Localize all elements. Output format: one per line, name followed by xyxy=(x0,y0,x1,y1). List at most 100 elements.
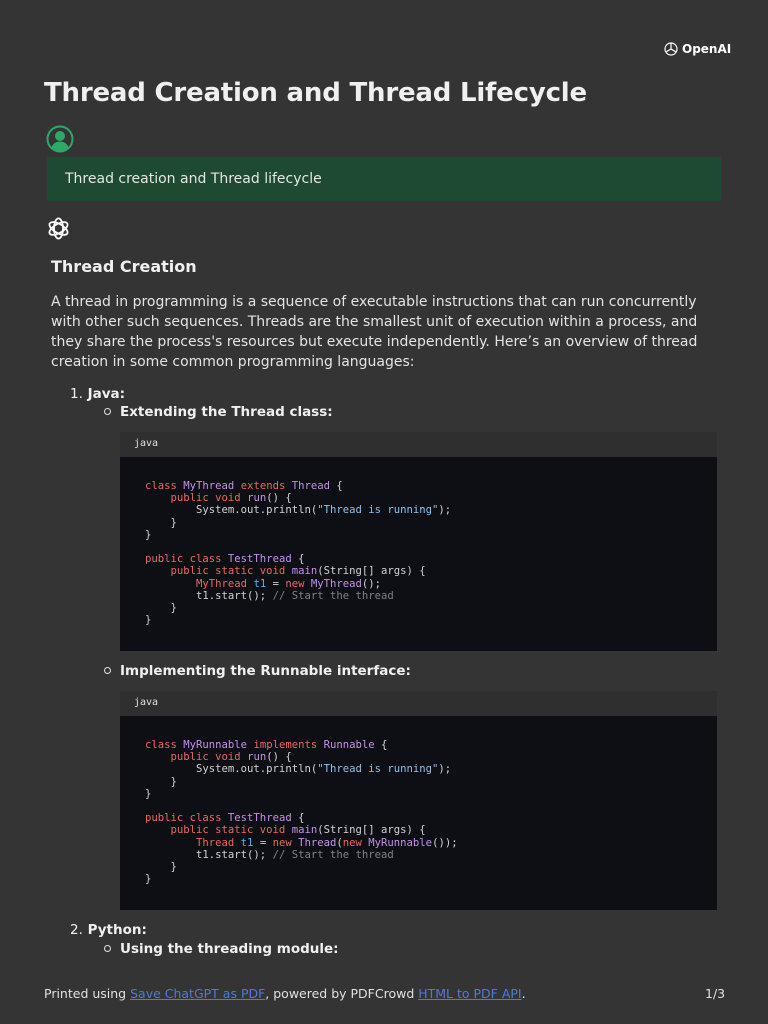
code-token: TestThread xyxy=(227,812,299,825)
code-token: { xyxy=(336,480,343,492)
code-line: System.out.println("Thread is running"); xyxy=(145,504,692,516)
code-token: // Start the thread xyxy=(272,589,394,602)
openai-logo: OpenAI xyxy=(663,41,731,57)
code-token: = xyxy=(259,836,273,849)
code-token: class xyxy=(145,480,184,492)
code-token: (); xyxy=(361,577,382,590)
footer: Printed using Save ChatGPT as PDF, power… xyxy=(44,986,526,1001)
code-line: } xyxy=(145,861,692,873)
code-token: } xyxy=(145,860,177,873)
brand-name: OpenAI xyxy=(682,42,732,56)
user-avatar-icon xyxy=(46,125,74,153)
code-line: } xyxy=(145,788,692,800)
code-token: public void xyxy=(145,751,248,764)
code-token: new xyxy=(342,836,369,849)
code-line: } xyxy=(145,873,692,885)
code-block: java class MyRunnable implements Runnabl… xyxy=(120,691,717,910)
code-token: MyThread xyxy=(310,577,362,590)
code-token: } xyxy=(145,775,177,788)
page-title: Thread Creation and Thread Lifecycle xyxy=(44,78,587,108)
code-token: main xyxy=(291,565,318,578)
code-token: () { xyxy=(266,751,292,764)
html-to-pdf-link[interactable]: HTML to PDF API xyxy=(418,986,521,1001)
code-token: } xyxy=(145,528,152,541)
code-block: java class MyThread extends Thread { pub… xyxy=(120,432,717,651)
user-prompt: Thread creation and Thread lifecycle xyxy=(47,157,721,201)
code-line: } xyxy=(145,602,692,614)
code-token: System.out.println( xyxy=(145,504,318,517)
code-token: Thread xyxy=(145,836,241,849)
code-token: class xyxy=(145,739,184,751)
code-language: java xyxy=(120,432,717,457)
code-token: { xyxy=(298,812,305,825)
code-token: () { xyxy=(266,492,292,505)
code-content: class MyThread extends Thread { public v… xyxy=(120,457,717,626)
code-token: public void xyxy=(145,492,248,505)
code-token: MyRunnable xyxy=(368,836,433,849)
code-line: public class TestThread { xyxy=(145,553,692,565)
code-token: // Start the thread xyxy=(272,848,394,861)
code-token: (String[] args) { xyxy=(317,565,426,578)
code-line: public static void main(String[] args) { xyxy=(145,824,692,836)
code-token: public static void xyxy=(145,565,292,578)
code-line: t1.start(); // Start the thread xyxy=(145,849,692,861)
code-line: public static void main(String[] args) { xyxy=(145,565,692,577)
code-token: t1.start(); xyxy=(145,848,273,861)
code-token: run xyxy=(247,751,267,764)
subitem-label: Extending the Thread class: xyxy=(120,404,333,420)
subitem-extending-thread: Extending the Thread class: xyxy=(104,404,333,420)
code-token: public static void xyxy=(145,824,292,837)
code-token: t1 xyxy=(253,577,273,590)
subitem-label: Using the threading module: xyxy=(120,941,339,957)
footer-text: Printed using xyxy=(44,986,131,1001)
subitem-runnable: Implementing the Runnable interface: xyxy=(104,663,411,679)
code-line: t1.start(); // Start the thread xyxy=(145,590,692,602)
code-line: public void run() { xyxy=(145,751,692,763)
code-token: { xyxy=(381,739,388,751)
code-line: System.out.println("Thread is running"); xyxy=(145,763,692,775)
code-token: System.out.println( xyxy=(145,763,318,776)
code-token: Thread xyxy=(291,480,337,492)
code-token: } xyxy=(145,873,152,886)
intro-paragraph: A thread in programming is a sequence of… xyxy=(51,294,698,370)
code-token: } xyxy=(145,787,152,800)
code-token: TestThread xyxy=(227,553,299,566)
code-token: "Thread is running" xyxy=(317,504,439,517)
code-line: MyThread t1 = new MyThread(); xyxy=(145,578,692,590)
code-token: MyThread xyxy=(183,480,241,492)
code-line: public class TestThread { xyxy=(145,812,692,824)
code-token: } xyxy=(145,601,177,614)
list-number: 1. xyxy=(70,386,83,402)
code-token: Thread xyxy=(298,836,337,849)
code-token: MyThread xyxy=(145,577,254,590)
code-line: class MyRunnable implements Runnable { xyxy=(145,739,692,751)
section-heading: Thread Creation xyxy=(51,257,197,276)
list-label: Python: xyxy=(87,922,147,938)
code-token: extends xyxy=(240,480,292,492)
code-token: "Thread is running" xyxy=(317,763,439,776)
list-number: 2. xyxy=(70,922,83,938)
code-token: run xyxy=(247,492,267,505)
code-token: { xyxy=(298,553,305,566)
code-token: public class xyxy=(145,553,228,566)
code-token: ); xyxy=(438,763,452,776)
code-token: implements xyxy=(253,739,324,751)
subitem-label: Implementing the Runnable interface: xyxy=(120,663,411,679)
bullet-icon xyxy=(104,667,111,674)
code-token: ); xyxy=(438,504,452,517)
code-token: } xyxy=(145,516,177,529)
code-token: } xyxy=(145,614,152,627)
code-line: public void run() { xyxy=(145,492,692,504)
subitem-threading-module: Using the threading module: xyxy=(104,941,339,957)
code-line: } xyxy=(145,776,692,788)
list-label: Java: xyxy=(87,386,126,402)
save-chatgpt-link[interactable]: Save ChatGPT as PDF xyxy=(130,986,265,1001)
code-token: MyRunnable xyxy=(183,739,254,751)
chatgpt-icon xyxy=(48,217,69,240)
bullet-icon xyxy=(104,408,111,415)
code-line: } xyxy=(145,614,692,626)
list-item-java: 1. Java: xyxy=(70,386,125,402)
code-token: main xyxy=(291,824,318,837)
code-token: Runnable xyxy=(323,739,382,751)
